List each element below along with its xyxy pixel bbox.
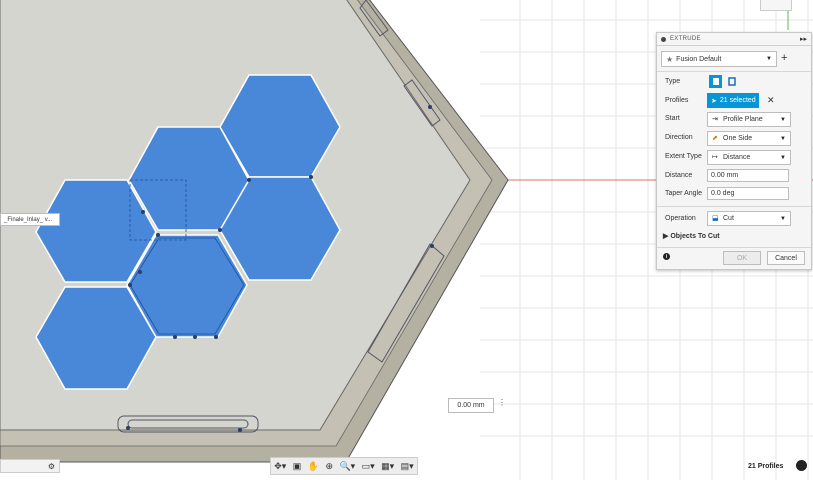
start-value: Profile Plane (723, 116, 763, 123)
cut-icon: ⬓ (712, 214, 719, 222)
preset-value: Fusion Default (676, 55, 722, 63)
grid-icon[interactable]: ▦▾ (381, 461, 394, 472)
add-preset-button[interactable]: + (781, 51, 787, 65)
pan-icon[interactable]: ✋ (308, 461, 319, 472)
direction-value: One Side (723, 135, 753, 142)
cancel-button[interactable]: Cancel (767, 251, 805, 265)
distance-input[interactable]: 0.00 mm (707, 169, 789, 182)
operation-value: Cut (723, 215, 734, 222)
distance-icon: ↦ (712, 153, 718, 161)
chevron-down-icon: ▼ (780, 135, 786, 142)
star-icon: ★ (666, 54, 674, 64)
type-thin-button[interactable] (725, 75, 738, 88)
display-mode-icon[interactable]: ▭▾ (362, 461, 375, 472)
chevron-down-icon: ▼ (780, 154, 786, 161)
clear-selection-icon[interactable]: ✕ (767, 95, 775, 106)
look-at-icon[interactable]: ▣ (293, 461, 302, 472)
gear-icon[interactable]: ⚙ (48, 462, 55, 471)
chevron-down-icon: ▼ (780, 215, 786, 222)
start-label: Start (665, 115, 680, 122)
viewcube-corner[interactable] (760, 0, 792, 11)
orbit-icon[interactable]: ✥▾ (274, 461, 286, 472)
dialog-status-icon (661, 36, 666, 42)
dialog-header: EXTRUDE ▸▸ (657, 33, 811, 46)
operation-dropdown[interactable]: ⬓ Cut ▼ (707, 211, 791, 226)
extrude-dialog: EXTRUDE ▸▸ ★ Fusion Default ▼ + Type Pro… (656, 32, 812, 270)
divider (657, 247, 811, 248)
dimension-input[interactable]: 0.00 mm (448, 398, 494, 413)
type-solid-button[interactable] (709, 75, 722, 88)
taper-angle-label: Taper Angle (665, 190, 702, 197)
objects-to-cut-section[interactable]: ▶ Objects To Cut (663, 232, 720, 240)
type-label: Type (665, 78, 681, 85)
profiles-count-status: 21 Profiles (748, 463, 784, 470)
profiles-value: 21 selected (719, 97, 756, 104)
expand-icon[interactable]: ▸▸ (800, 35, 807, 43)
start-dropdown[interactable]: ⇥ Profile Plane ▼ (707, 112, 791, 127)
direction-dropdown[interactable]: ⬈ One Side ▼ (707, 131, 791, 146)
feedback-icon[interactable] (796, 460, 807, 471)
one-side-icon: ⬈ (712, 134, 718, 142)
component-tooltip: _Finale_Inlay_ v... (0, 213, 60, 226)
direction-label: Direction (665, 134, 693, 141)
chevron-down-icon: ▼ (766, 56, 772, 62)
solid-extrude-icon (712, 78, 719, 85)
browser-collapsed[interactable]: ⚙ (0, 459, 60, 473)
profiles-selection[interactable]: ➤ 21 selected (707, 93, 759, 108)
zoom-window-icon[interactable]: ⊕ (325, 461, 333, 472)
info-icon[interactable]: i (663, 253, 670, 260)
viewports-icon[interactable]: ▤▾ (401, 461, 414, 472)
ok-button[interactable]: OK (723, 251, 761, 265)
more-options-icon[interactable]: ⋮ (498, 398, 506, 407)
extent-value: Distance (723, 154, 751, 161)
operation-label: Operation (665, 215, 696, 222)
profiles-label: Profiles (665, 97, 689, 104)
cursor-icon: ➤ (711, 97, 717, 105)
divider (657, 206, 811, 207)
navigation-toolbar: ✥▾ ▣ ✋ ⊕ 🔍▾ ▭▾ ▦▾ ▤▾ (270, 457, 418, 475)
thin-extrude-icon (727, 77, 736, 86)
profile-plane-icon: ⇥ (712, 115, 718, 123)
distance-label: Distance (665, 172, 693, 179)
dialog-title: EXTRUDE (670, 36, 701, 42)
chevron-down-icon: ▼ (780, 116, 786, 123)
divider (657, 71, 811, 72)
taper-angle-input[interactable]: 0.0 deg (707, 187, 789, 200)
zoom-icon[interactable]: 🔍▾ (339, 461, 355, 472)
objects-to-cut-label: Objects To Cut (670, 233, 720, 240)
extent-type-dropdown[interactable]: ↦ Distance ▼ (707, 150, 791, 165)
preset-dropdown[interactable]: ★ Fusion Default ▼ (661, 51, 777, 67)
extent-type-label: Extent Type (665, 153, 702, 160)
